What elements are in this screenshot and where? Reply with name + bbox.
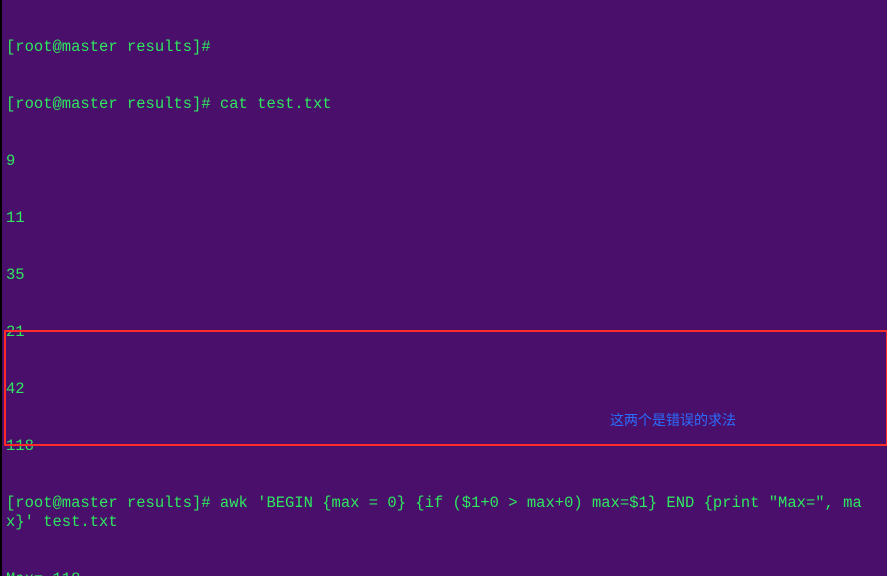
output-line: 11 [6,209,883,228]
output-line: 118 [6,437,883,456]
output-line: 42 [6,380,883,399]
terminal[interactable]: [root@master results]# [root@master resu… [0,0,887,576]
output-line: 21 [6,323,883,342]
command-line: [root@master results]# cat test.txt [6,95,883,114]
annotation-label: 这两个是错误的求法 [610,411,736,430]
command-line: [root@master results]# awk 'BEGIN {max =… [6,494,883,532]
prompt-line: [root@master results]# [6,38,883,57]
output-line: Max= 118 [6,570,883,576]
output-line: 35 [6,266,883,285]
output-line: 9 [6,152,883,171]
